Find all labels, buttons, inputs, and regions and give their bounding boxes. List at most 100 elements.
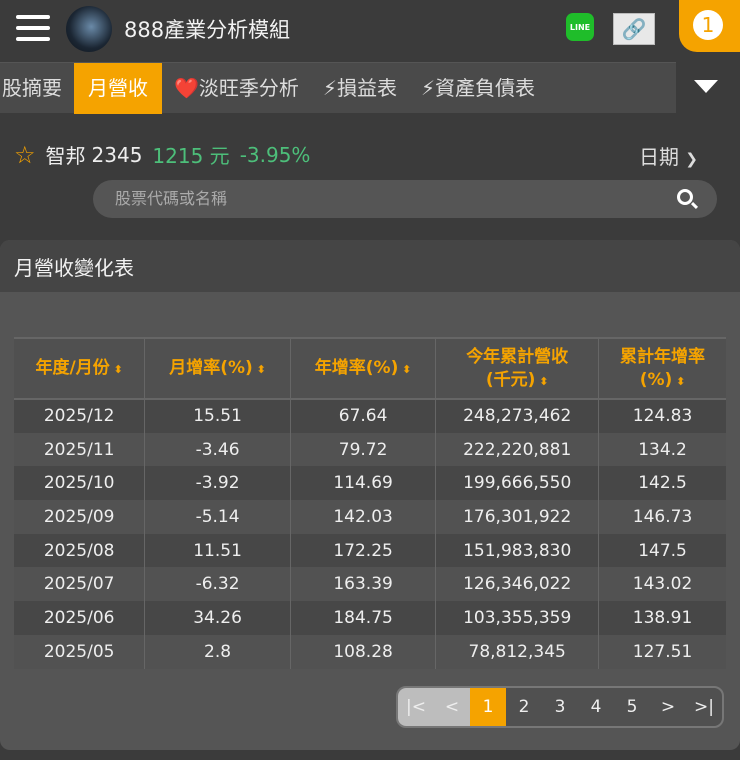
table-cell: 2025/12 [14,399,146,433]
table-cell: 134.2 [598,432,726,467]
table-cell: 248,273,462 [435,399,600,433]
link-icon: 🔗 [621,17,647,41]
table-cell: 143.02 [598,567,726,602]
sort-date-dropdown[interactable]: 日期 ❯ [639,141,698,170]
table-cell: 34.26 [144,601,291,635]
table-cell: 2025/10 [14,466,146,501]
notification-badge: 1 [693,10,723,40]
revenue-table: 年度/月份 ⬍ 月增率(%) ⬍ 年增率(%) ⬍ 今年累計營收 (千元) ⬍ 累計年增… [14,337,726,669]
tab-income-statement[interactable]: ⚡損益表 [311,63,409,114]
column-header[interactable]: 月增率(%) ⬍ [144,337,291,400]
table-row: 2025/11 -3.46 79.72 222,220,881 134.2 [14,432,726,467]
stock-change: -3.95% [239,142,311,167]
table-row: 2025/06 34.26 184.75 103,355,359 138.91 [14,601,726,635]
table-cell: 79.72 [290,432,437,467]
table-cell: 163.39 [290,567,437,602]
column-header-label: 月增率(%) [169,358,253,379]
table-cell: 2025/08 [14,533,146,568]
table-row: 2025/10 -3.92 114.69 199,666,550 142.5 [14,466,726,501]
table-row: 2025/08 11.51 172.25 151,983,830 147.5 [14,533,726,568]
column-header[interactable]: 年度/月份 ⬍ [14,337,146,400]
table-cell: 184.75 [290,601,437,635]
stock-price: 1215 元 [152,144,230,168]
menu-button[interactable] [16,15,50,41]
tab-monthly-revenue[interactable]: 月營收 [74,63,162,114]
table-cell: 142.03 [290,500,437,534]
notification-button[interactable]: 1 [679,0,740,52]
table-cell: 151,983,830 [435,533,600,568]
table-row: 2025/05 2.8 108.28 78,812,345 127.51 [14,634,726,669]
tab-seasonality[interactable]: ❤️淡旺季分析 [162,63,311,114]
table-cell: 172.25 [290,533,437,568]
table-cell: 108.28 [290,634,437,669]
table-cell: 146.73 [598,500,726,534]
page-button[interactable]: 3 [542,688,578,726]
table-cell: 147.5 [598,533,726,568]
table-cell: 2025/11 [14,432,146,467]
page-button[interactable]: |< [398,688,434,726]
sort-icon[interactable]: ⬍ [110,363,123,376]
column-header-label: 累計年增率 (%) [620,347,706,390]
copy-link-button[interactable]: 🔗 [613,13,655,45]
table-cell: 15.51 [144,399,291,433]
table-cell: 2025/07 [14,567,146,602]
table-cell: -6.32 [144,567,291,602]
stock-info: ☆ 智邦 2345 1215 元 -3.95% [14,140,310,169]
table-cell: 199,666,550 [435,466,600,501]
page-button[interactable]: 2 [506,688,542,726]
table-cell: 124.83 [598,399,726,433]
column-header-label: 年增率(%) [314,358,399,379]
page-button[interactable]: 4 [578,688,614,726]
table-cell: -3.46 [144,432,291,467]
page-button[interactable]: > [650,688,686,726]
tab-summary[interactable]: 股摘要 [0,63,74,114]
page-button[interactable]: 5 [614,688,650,726]
table-cell: 127.51 [598,634,726,669]
table-cell: -5.14 [144,500,291,534]
table-cell: 11.51 [144,533,291,568]
revenue-panel: 月營收變化表 年度/月份 ⬍ 月增率(%) ⬍ 年增率(%) ⬍ 今年累計營收 (千元… [0,240,740,750]
column-header[interactable]: 今年累計營收 (千元) ⬍ [435,337,600,400]
chevron-down-icon: ❯ [685,150,698,168]
app-title: 888產業分析模組 [124,18,291,42]
table-cell: 2025/05 [14,634,146,669]
page-button[interactable]: 1 [470,688,506,726]
panel-title: 月營收變化表 [0,240,740,292]
search-icon[interactable] [677,189,693,205]
table-cell: 222,220,881 [435,432,600,467]
table-cell: 138.91 [598,601,726,635]
column-header-label: 今年累計營收 (千元) [466,347,569,390]
table-cell: 176,301,922 [435,500,600,534]
column-header-label: 年度/月份 [35,358,110,379]
table-row: 2025/12 15.51 67.64 248,273,462 124.83 [14,399,726,433]
table-cell: 142.5 [598,466,726,501]
table-cell: 126,346,022 [435,567,600,602]
tab-bar: 股摘要 月營收 ❤️淡旺季分析 ⚡損益表 ⚡資產負債表 [0,62,676,114]
stock-name: 智邦 [45,144,86,168]
column-header[interactable]: 年增率(%) ⬍ [290,337,437,400]
table-cell: 2.8 [144,634,291,669]
sort-icon[interactable]: ⬍ [672,375,685,388]
more-tabs-caret-icon[interactable] [694,80,718,93]
sort-icon[interactable]: ⬍ [253,363,266,376]
sort-icon[interactable]: ⬍ [398,363,411,376]
line-share-icon[interactable]: LINE [566,13,594,41]
search-bar [93,180,717,218]
table-row: 2025/09 -5.14 142.03 176,301,922 146.73 [14,500,726,534]
table-cell: 103,355,359 [435,601,600,635]
search-input[interactable] [115,189,655,208]
column-header[interactable]: 累計年增率 (%) ⬍ [598,337,726,400]
table-cell: 67.64 [290,399,437,433]
page-button[interactable]: < [434,688,470,726]
table-cell: 114.69 [290,466,437,501]
tab-balance-sheet[interactable]: ⚡資產負債表 [409,63,547,114]
sort-date-label: 日期 [639,145,679,169]
favorite-star-icon[interactable]: ☆ [14,141,36,169]
table-cell: 2025/09 [14,500,146,534]
stock-code: 2345 [91,142,143,167]
sort-icon[interactable]: ⬍ [535,375,548,388]
table-cell: 2025/06 [14,601,146,635]
logo-avatar [66,6,112,52]
table-row: 2025/07 -6.32 163.39 126,346,022 143.02 [14,567,726,602]
page-button[interactable]: >| [686,688,722,726]
